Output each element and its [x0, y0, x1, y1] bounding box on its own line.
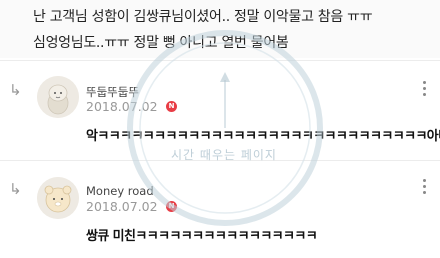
comment-date: 2018.07.02 [86, 99, 158, 114]
more-vertical-icon[interactable] [418, 178, 430, 198]
comment-text: 쌍큐 미친ㅋㅋㅋㅋㅋㅋㅋㅋㅋㅋㅋㅋㅋㅋㅋㅋ [86, 229, 318, 244]
more-vertical-icon[interactable] [418, 80, 430, 100]
comment-author[interactable]: 뚜둡뚜둡뚜 [86, 84, 139, 100]
new-badge-icon: N [166, 101, 177, 112]
divider [0, 160, 440, 161]
original-post-line-2: 심엉엉님도..ㅠㅠ 정말 뻥 아니고 열번 물어봄 [33, 35, 289, 51]
comment-text: 악ㅋㅋㅋㅋㅋㅋㅋㅋㅋㅋㅋㅋㅋㅋㅋㅋㅋㅋㅋㅋㅋㅋㅋㅋㅋㅋㅋㅋㅋ아미친 [86, 129, 440, 144]
reply-arrow-icon: ↳ [9, 81, 22, 99]
comment-date: 2018.07.02 [86, 199, 158, 214]
original-post-line-1: 난 고객님 성함이 김쌍큐님이셨어.. 정말 이악물고 참음 ㅠㅠ [33, 9, 373, 25]
divider [0, 60, 440, 61]
comment-author[interactable]: Money road [86, 184, 154, 198]
original-post: 난 고객님 성함이 김쌍큐님이셨어.. 정말 이악물고 참음 ㅠㅠ 심엉엉님도.… [0, 0, 440, 58]
avatar[interactable] [37, 177, 79, 219]
reply-arrow-icon: ↳ [9, 180, 22, 198]
new-badge-icon: N [166, 201, 177, 212]
avatar[interactable] [37, 76, 79, 118]
